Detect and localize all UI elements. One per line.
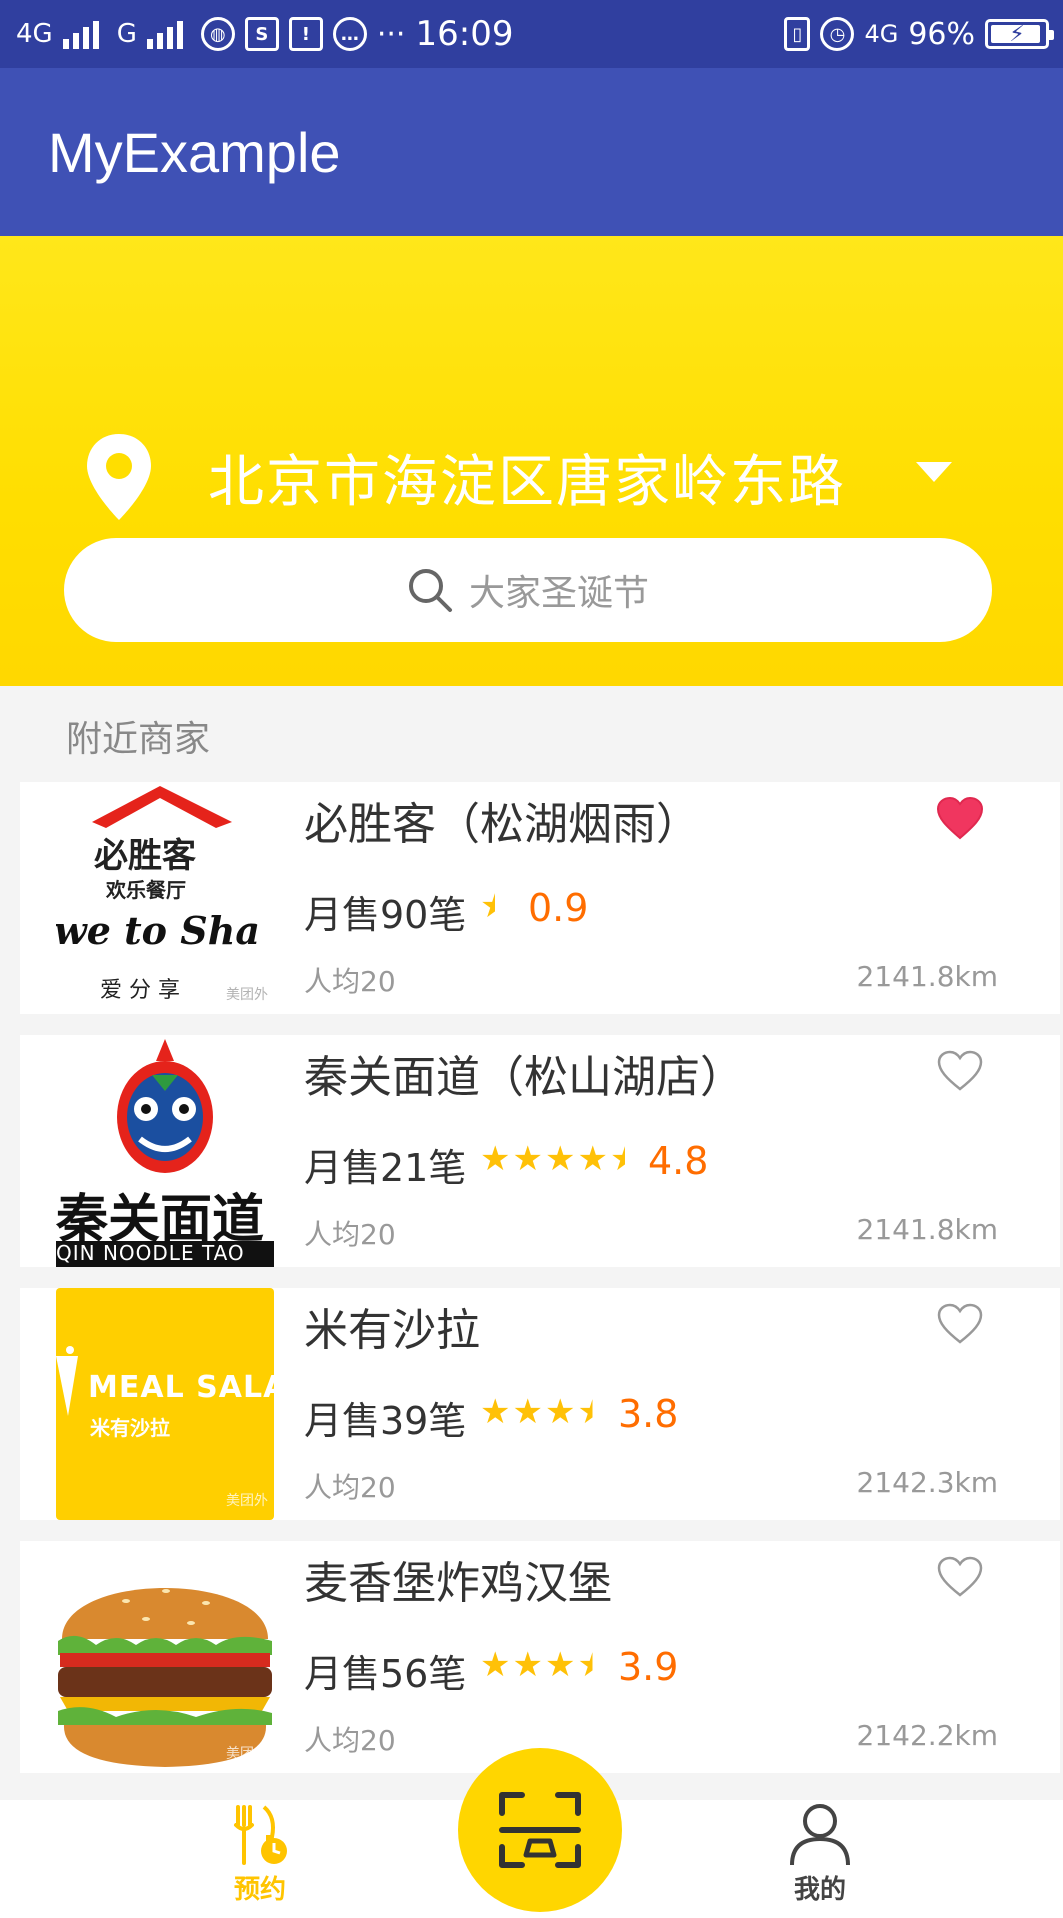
vibrate-icon: ▯ xyxy=(784,17,811,51)
location-pin-icon xyxy=(84,432,154,522)
signal-icon-2 xyxy=(146,19,183,49)
logo-text: MEAL SALAD xyxy=(88,1370,274,1405)
search-placeholder: 大家圣诞节 xyxy=(468,573,649,614)
distance: 2142.3km xyxy=(856,1466,998,1499)
shop-name: 秦关面道（松山湖店） xyxy=(304,1052,744,1103)
monthly-sales: 月售39笔 xyxy=(304,1399,467,1443)
watermark: 美团外 xyxy=(226,987,268,1003)
monthly-sales: 月售21笔 xyxy=(304,1146,467,1190)
logo-text: 必胜客 xyxy=(94,836,196,876)
rating-value: 3.8 xyxy=(618,1392,679,1436)
shop-logo: 美团外 xyxy=(56,1541,274,1773)
shop-card[interactable]: 秦关面道 QIN NOODLE TAO 秦关面道（松山湖店） 月售21笔 ★ ★ ★… xyxy=(20,1035,1060,1267)
avg-price: 人均20 xyxy=(304,1724,396,1757)
star-icon: ★ xyxy=(480,1645,511,1685)
avg-price: 人均20 xyxy=(304,1218,396,1251)
network-type: 4G xyxy=(16,19,53,49)
tab-label: 预约 xyxy=(233,1875,286,1905)
location-text: 北京市海淀区唐家岭东路 xyxy=(208,449,846,515)
star-icon: ★ xyxy=(544,1392,576,1432)
battery-percent: 96% xyxy=(908,16,975,52)
rating-value: 3.9 xyxy=(618,1645,679,1689)
location-selector[interactable]: 北京市海淀区唐家岭东路 xyxy=(84,432,846,522)
star-half-icon: ★ xyxy=(577,1645,608,1685)
logo-text: 米有沙拉 xyxy=(90,1416,170,1440)
alarm-icon: ◷ xyxy=(820,17,855,51)
star-icon: ★ xyxy=(512,1392,543,1432)
status-time: 16:09 xyxy=(415,14,514,54)
star-icon: ★ xyxy=(480,1392,511,1432)
shop-name: 麦香堡炸鸡汉堡 xyxy=(304,1558,612,1609)
chevron-down-icon[interactable] xyxy=(916,462,952,482)
monthly-sales: 月售56笔 xyxy=(304,1652,467,1696)
shop-card[interactable]: MEAL SALAD 米有沙拉 美团外 米有沙拉 月售39笔 ★★★★ 3.8 … xyxy=(20,1288,1060,1520)
shop-logo: 必胜客 欢乐餐厅 we to Sha 爱 分 享 美团外 xyxy=(56,782,274,1014)
rating-value: 4.8 xyxy=(648,1139,709,1183)
tab-reserve[interactable]: 预约 xyxy=(160,1800,360,1918)
person-icon xyxy=(790,1804,850,1866)
search-icon xyxy=(408,569,452,612)
star-icon: ★ xyxy=(480,1139,511,1179)
avg-price: 人均20 xyxy=(304,965,396,998)
favorite-outline-icon[interactable] xyxy=(936,1555,984,1599)
star-half-icon: ★ xyxy=(609,1139,641,1179)
star-icon: ★ xyxy=(544,1139,576,1179)
distance: 2141.8km xyxy=(856,960,998,993)
signal-icon xyxy=(62,19,99,49)
search-bar[interactable]: 大家圣诞节 xyxy=(64,538,992,642)
logo-text: 爱 分 享 xyxy=(100,978,180,1003)
app-bar: MyExample xyxy=(0,68,1063,236)
shop-logo: MEAL SALAD 米有沙拉 美团外 xyxy=(56,1288,274,1520)
rating-stars: ★ ★ ★ ★ ★ xyxy=(480,1141,640,1177)
star-icon: ★ xyxy=(512,1139,543,1179)
favorite-filled-icon[interactable] xyxy=(936,796,984,840)
location-header: 北京市海淀区唐家岭东路 大家圣诞节 xyxy=(0,236,1063,686)
star-half-icon: ★ xyxy=(577,1392,608,1432)
network-type-3: 4G xyxy=(864,20,899,48)
shop-card[interactable]: 必胜客 欢乐餐厅 we to Sha 爱 分 享 美团外 必胜客（松湖烟雨） 月… xyxy=(20,782,1060,1014)
rating-stars: ★ ★ ★ ★ xyxy=(480,1647,608,1683)
star-half-icon: ★ xyxy=(480,886,511,926)
watermark: 美团外 xyxy=(226,1493,268,1509)
more-icon: ··· xyxy=(376,16,406,52)
app-s-icon: S xyxy=(244,17,279,51)
scan-icon xyxy=(499,1792,581,1868)
globe-icon: ◍ xyxy=(200,17,235,51)
rating-value: 0.9 xyxy=(528,886,589,930)
alert-icon: ! xyxy=(288,17,323,51)
avg-price: 人均20 xyxy=(304,1471,396,1504)
favorite-outline-icon[interactable] xyxy=(936,1302,984,1346)
shop-card[interactable]: 美团外 麦香堡炸鸡汉堡 月售56笔 ★ ★ ★ ★ 3.9 人均20 2142.2km xyxy=(20,1541,1060,1773)
monthly-sales: 月售90笔 xyxy=(304,893,467,937)
shop-logo: 秦关面道 QIN NOODLE TAO xyxy=(56,1035,274,1267)
star-icon: ★ xyxy=(544,1645,576,1685)
star-icon: ★ xyxy=(577,1139,608,1179)
distance: 2142.2km xyxy=(856,1719,998,1752)
favorite-outline-icon[interactable] xyxy=(936,1049,984,1093)
rating-stars: ★ xyxy=(480,888,510,924)
shop-name: 米有沙拉 xyxy=(304,1305,480,1356)
star-icon: ★ xyxy=(512,1645,543,1685)
app-title: MyExample xyxy=(48,121,341,184)
network-type-2: G xyxy=(116,19,137,49)
status-bar: 4G G ◍ S ! … ··· 16:09 ▯ ◷ 4G 96% ⚡ xyxy=(0,0,1063,68)
distance: 2141.8km xyxy=(856,1213,998,1246)
battery-icon: ⚡ xyxy=(985,19,1054,49)
tab-mine[interactable]: 我的 xyxy=(720,1800,920,1918)
watermark: 美团外 xyxy=(226,1746,268,1762)
tab-label: 我的 xyxy=(793,1875,846,1905)
logo-text: we to Sha xyxy=(56,908,260,953)
cutlery-clock-icon xyxy=(234,1805,287,1865)
logo-text: 欢乐餐厅 xyxy=(106,878,186,902)
section-title: 附近商家 xyxy=(66,719,211,760)
chat-icon: … xyxy=(332,17,367,51)
scan-button[interactable] xyxy=(458,1748,622,1912)
logo-text: QIN NOODLE TAO xyxy=(56,1241,245,1265)
rating-stars: ★ ★ ★ ★ xyxy=(480,1394,608,1430)
shop-name: 必胜客（松湖烟雨） xyxy=(304,799,700,850)
